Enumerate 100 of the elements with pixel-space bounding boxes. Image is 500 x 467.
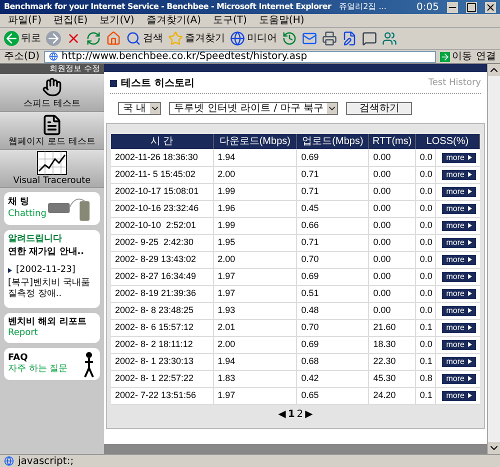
table-cell: 0.0 [415, 336, 436, 353]
notice-headline[interactable]: 연한 재가입 안내.. [8, 247, 96, 258]
table-cell: 2.00 [213, 251, 297, 268]
table-cell: 2002- 8-27 16:34:49 [111, 268, 214, 285]
status-text: javascript:; [18, 454, 74, 467]
search-button[interactable]: 검색하기 [346, 102, 412, 115]
bullet-icon [8, 268, 12, 273]
play-icon [468, 172, 472, 178]
filter-select[interactable]: 국 내 [118, 102, 162, 115]
toolbar-button[interactable] [302, 31, 317, 46]
toolbar-button[interactable] [362, 31, 377, 46]
minimize-icon[interactable] [447, 2, 458, 12]
table-cell: 2002-11- 5 15:45:02 [111, 166, 214, 183]
play-icon [468, 325, 472, 330]
table-cell: 0.00 [368, 200, 416, 217]
table-cell: 0.00 [368, 217, 416, 234]
notice-text[interactable]: [복구]벤치비 국내품질측정 장애.. [8, 278, 96, 300]
table-cell: 0.71 [296, 183, 369, 200]
more-button[interactable]: more [442, 238, 476, 248]
table-cell: 2002- 9-25 2:42:30 [111, 234, 214, 251]
nav-item[interactable]: 스피드 테스트 [0, 74, 104, 112]
menu-item[interactable]: 도움말(H) [258, 13, 304, 28]
hand-icon [42, 76, 62, 98]
more-button[interactable]: more [442, 204, 476, 214]
play-icon [468, 155, 472, 160]
more-button[interactable]: more [442, 170, 476, 180]
report-card[interactable]: 벤치비 해외 리포트 Report [4, 313, 100, 343]
report-title: 벤치비 해외 리포트 [8, 316, 88, 328]
table-cell: 0.0 [415, 166, 436, 183]
menu-item[interactable]: 편집(E) [54, 13, 88, 28]
play-icon [468, 257, 472, 262]
printer-icon [322, 31, 337, 46]
page-link[interactable]: 1 [288, 406, 295, 422]
toolbar-button[interactable]: 검색 [126, 31, 163, 46]
nav-item[interactable]: 웹페이지 로드 테스트 [0, 112, 104, 150]
table-cell: 2002- 8- 1 23:30:13 [111, 353, 214, 370]
faq-card[interactable]: FAQ 자주 하는 질문 [4, 348, 100, 380]
table-cell: 0.00 [368, 268, 416, 285]
more-button[interactable]: more [442, 152, 476, 162]
more-button[interactable]: more [442, 186, 476, 197]
scrollbar[interactable] [487, 64, 500, 454]
report-subtitle: Report [8, 328, 39, 340]
more-button[interactable]: more [442, 374, 476, 384]
column-header: LOSS(%) [415, 134, 480, 149]
more-button[interactable]: more [442, 340, 476, 350]
address-field[interactable]: http://www.benchbee.co.kr/Speedtest/history.asp [44, 50, 436, 62]
stop-icon [66, 31, 81, 46]
toolbar-button[interactable] [382, 31, 397, 46]
clock: 0:05 [416, 0, 439, 14]
dropdown-icon [150, 103, 160, 114]
more-button[interactable]: more [442, 288, 476, 299]
toolbar-button[interactable] [322, 31, 337, 46]
toolbar-button[interactable] [66, 31, 81, 46]
menu-item[interactable]: 도구(T) [213, 13, 247, 28]
toolbar-button[interactable]: 뒤로 [4, 31, 41, 46]
toolbar-button[interactable]: 미디어 [230, 31, 277, 46]
page-arrow[interactable]: ▶ [305, 406, 313, 422]
filter-select[interactable]: 두루넷 인터넷 라이트 / 마구 북구 [169, 102, 338, 115]
table-cell: 0.00 [368, 285, 416, 302]
close-icon[interactable] [485, 2, 496, 12]
table-cell: 2002-10-10 2:52:01 [111, 217, 214, 234]
thinking-figure-drawing [82, 350, 96, 378]
column-header: 업로드(Mbps) [296, 134, 369, 149]
toolbar-button[interactable] [282, 31, 297, 46]
faq-subtitle: 자주 하는 질문 [8, 364, 68, 376]
menu-item[interactable]: 보기(V) [100, 13, 134, 28]
table-cell: 2002-11-26 18:36:30 [111, 149, 214, 166]
table-cell: 1.95 [213, 234, 297, 251]
column-header: RTT(ms) [368, 134, 416, 149]
toolbar-button[interactable] [342, 31, 357, 46]
more-button[interactable]: more [442, 272, 476, 282]
more-button[interactable]: more [442, 306, 476, 316]
star-icon [168, 31, 183, 46]
go-button[interactable]: 이동 [440, 49, 472, 64]
maximize-icon[interactable] [466, 2, 477, 12]
table-cell: 0.0 [415, 268, 436, 285]
home-icon [106, 31, 121, 46]
more-button[interactable]: more [442, 220, 476, 231]
page-arrow[interactable]: ◀ [278, 406, 286, 422]
menu-item[interactable]: 즐겨찾기(A) [146, 13, 201, 28]
table-cell: 2.01 [213, 319, 297, 336]
chat-card[interactable]: 채 팅 Chatting [4, 192, 100, 225]
search-icon [126, 31, 141, 46]
more-button[interactable]: more [442, 390, 476, 401]
table-cell: 0.68 [296, 353, 369, 370]
nav-item[interactable]: Visual Traceroute [0, 150, 104, 188]
table-cell: 21.60 [368, 319, 416, 336]
toolbar-button[interactable] [86, 31, 101, 46]
table-cell: 0.1 [415, 319, 436, 336]
table-cell: 0.00 [368, 302, 416, 319]
more-button[interactable]: more [442, 254, 476, 265]
page-link[interactable]: 2 [296, 406, 304, 422]
toolbar-button[interactable]: 즐겨찾기 [168, 31, 225, 46]
window-title: Benchmark for your Internet Service - Benchbee - Microsoft Internet Explorer [4, 1, 332, 13]
bullet-icon [110, 80, 117, 87]
table-cell: 2002- 8-19 21:39:36 [111, 285, 214, 302]
menu-item[interactable]: 파일(F) [8, 13, 42, 28]
more-button[interactable]: more [442, 322, 476, 333]
more-button[interactable]: more [442, 356, 476, 367]
table-cell: 1.94 [213, 149, 297, 166]
